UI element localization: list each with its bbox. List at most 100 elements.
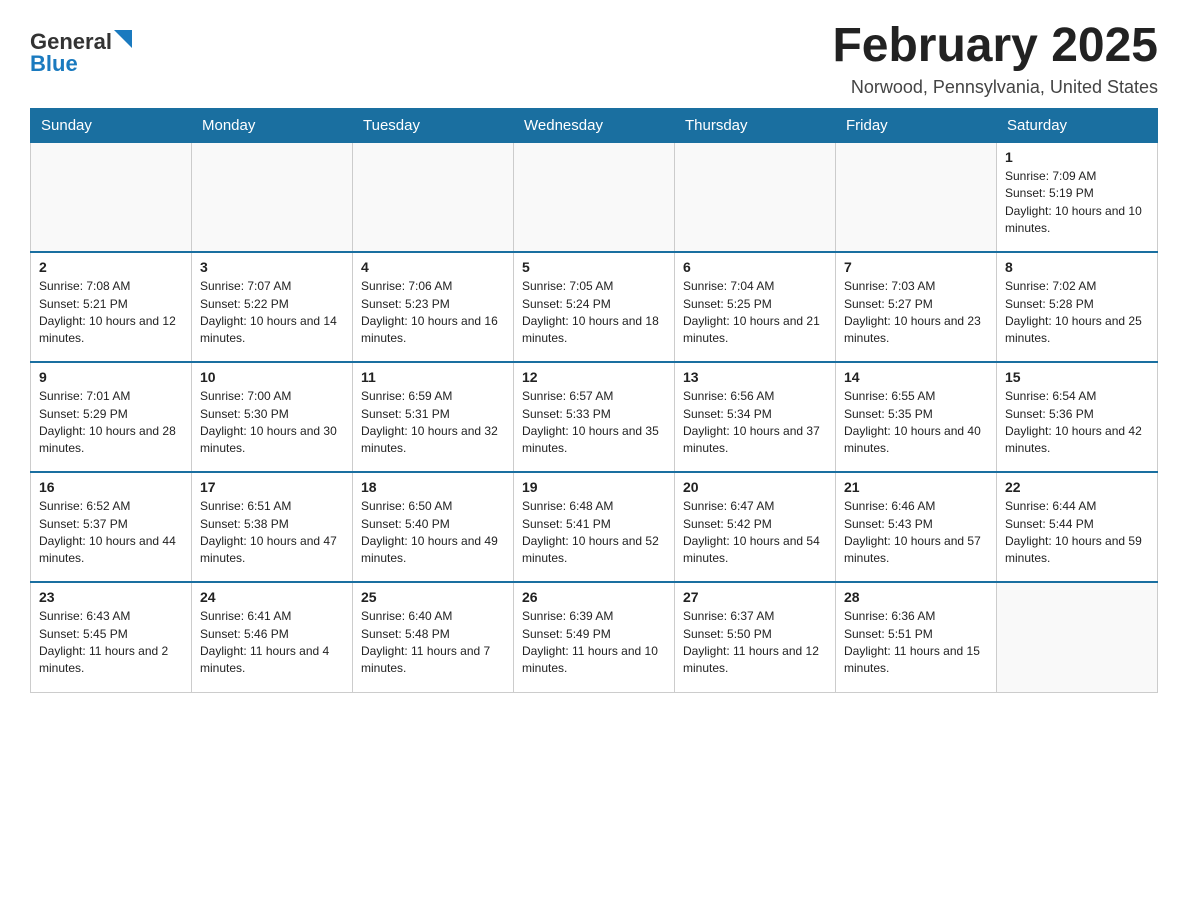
day-info: Sunrise: 6:52 AM Sunset: 5:37 PM Dayligh…	[39, 498, 183, 568]
day-info: Sunrise: 6:47 AM Sunset: 5:42 PM Dayligh…	[683, 498, 827, 568]
calendar-header-monday: Monday	[192, 108, 353, 142]
calendar-week-row: 16 Sunrise: 6:52 AM Sunset: 5:37 PM Dayli…	[31, 472, 1158, 582]
day-info: Sunrise: 6:48 AM Sunset: 5:41 PM Dayligh…	[522, 498, 666, 568]
calendar-day-cell: 7 Sunrise: 7:03 AM Sunset: 5:27 PM Daylig…	[836, 252, 997, 362]
calendar-header-sunday: Sunday	[31, 108, 192, 142]
day-info: Sunrise: 7:09 AM Sunset: 5:19 PM Dayligh…	[1005, 168, 1149, 238]
day-number: 11	[361, 369, 505, 385]
calendar-day-cell: 13 Sunrise: 6:56 AM Sunset: 5:34 PM Dayli…	[675, 362, 836, 472]
calendar-day-cell: 5 Sunrise: 7:05 AM Sunset: 5:24 PM Daylig…	[514, 252, 675, 362]
calendar-day-cell	[514, 142, 675, 252]
day-number: 8	[1005, 259, 1149, 275]
calendar-week-row: 1 Sunrise: 7:09 AM Sunset: 5:19 PM Daylig…	[31, 142, 1158, 252]
calendar-day-cell: 11 Sunrise: 6:59 AM Sunset: 5:31 PM Dayli…	[353, 362, 514, 472]
day-number: 22	[1005, 479, 1149, 495]
day-number: 27	[683, 589, 827, 605]
day-info: Sunrise: 6:44 AM Sunset: 5:44 PM Dayligh…	[1005, 498, 1149, 568]
day-number: 20	[683, 479, 827, 495]
day-number: 13	[683, 369, 827, 385]
month-title: February 2025	[832, 20, 1158, 73]
day-number: 19	[522, 479, 666, 495]
calendar-day-cell: 19 Sunrise: 6:48 AM Sunset: 5:41 PM Dayli…	[514, 472, 675, 582]
day-number: 16	[39, 479, 183, 495]
calendar-day-cell: 20 Sunrise: 6:47 AM Sunset: 5:42 PM Dayli…	[675, 472, 836, 582]
day-number: 21	[844, 479, 988, 495]
day-info: Sunrise: 7:01 AM Sunset: 5:29 PM Dayligh…	[39, 388, 183, 458]
calendar-day-cell: 1 Sunrise: 7:09 AM Sunset: 5:19 PM Daylig…	[997, 142, 1158, 252]
calendar-week-row: 2 Sunrise: 7:08 AM Sunset: 5:21 PM Daylig…	[31, 252, 1158, 362]
calendar-day-cell: 10 Sunrise: 7:00 AM Sunset: 5:30 PM Dayli…	[192, 362, 353, 472]
calendar-day-cell	[31, 142, 192, 252]
logo-arrow-icon	[114, 30, 132, 48]
logo-general-text: General	[30, 31, 112, 53]
calendar-header-friday: Friday	[836, 108, 997, 142]
day-info: Sunrise: 7:02 AM Sunset: 5:28 PM Dayligh…	[1005, 278, 1149, 348]
day-info: Sunrise: 6:41 AM Sunset: 5:46 PM Dayligh…	[200, 608, 344, 678]
day-number: 4	[361, 259, 505, 275]
calendar-day-cell: 9 Sunrise: 7:01 AM Sunset: 5:29 PM Daylig…	[31, 362, 192, 472]
page-header: General Blue February 2025 Norwood, Penn…	[30, 20, 1158, 98]
day-number: 24	[200, 589, 344, 605]
day-info: Sunrise: 7:07 AM Sunset: 5:22 PM Dayligh…	[200, 278, 344, 348]
day-info: Sunrise: 7:03 AM Sunset: 5:27 PM Dayligh…	[844, 278, 988, 348]
location-text: Norwood, Pennsylvania, United States	[832, 77, 1158, 98]
logo: General Blue	[30, 30, 132, 75]
calendar-day-cell	[997, 582, 1158, 692]
day-number: 25	[361, 589, 505, 605]
calendar-header-thursday: Thursday	[675, 108, 836, 142]
day-number: 14	[844, 369, 988, 385]
calendar-header-tuesday: Tuesday	[353, 108, 514, 142]
calendar-day-cell: 28Sunrise: 6:36 AM Sunset: 5:51 PM Dayli…	[836, 582, 997, 692]
day-number: 1	[1005, 149, 1149, 165]
day-number: 17	[200, 479, 344, 495]
day-info: Sunrise: 6:46 AM Sunset: 5:43 PM Dayligh…	[844, 498, 988, 568]
day-info: Sunrise: 6:40 AM Sunset: 5:48 PM Dayligh…	[361, 608, 505, 678]
day-number: 15	[1005, 369, 1149, 385]
day-info: Sunrise: 6:57 AM Sunset: 5:33 PM Dayligh…	[522, 388, 666, 458]
day-number: 12	[522, 369, 666, 385]
calendar-day-cell: 12 Sunrise: 6:57 AM Sunset: 5:33 PM Dayli…	[514, 362, 675, 472]
day-info: Sunrise: 7:08 AM Sunset: 5:21 PM Dayligh…	[39, 278, 183, 348]
calendar-day-cell: 3 Sunrise: 7:07 AM Sunset: 5:22 PM Daylig…	[192, 252, 353, 362]
calendar-day-cell: 8 Sunrise: 7:02 AM Sunset: 5:28 PM Daylig…	[997, 252, 1158, 362]
day-number: 28	[844, 589, 988, 605]
calendar-day-cell: 22 Sunrise: 6:44 AM Sunset: 5:44 PM Dayli…	[997, 472, 1158, 582]
day-info: Sunrise: 6:55 AM Sunset: 5:35 PM Dayligh…	[844, 388, 988, 458]
day-info: Sunrise: 6:56 AM Sunset: 5:34 PM Dayligh…	[683, 388, 827, 458]
day-info: Sunrise: 7:04 AM Sunset: 5:25 PM Dayligh…	[683, 278, 827, 348]
day-info: Sunrise: 7:06 AM Sunset: 5:23 PM Dayligh…	[361, 278, 505, 348]
day-number: 2	[39, 259, 183, 275]
calendar-day-cell: 2 Sunrise: 7:08 AM Sunset: 5:21 PM Daylig…	[31, 252, 192, 362]
calendar-day-cell	[675, 142, 836, 252]
calendar-header-wednesday: Wednesday	[514, 108, 675, 142]
calendar-day-cell: 4 Sunrise: 7:06 AM Sunset: 5:23 PM Daylig…	[353, 252, 514, 362]
calendar-week-row: 23 Sunrise: 6:43 AM Sunset: 5:45 PM Dayli…	[31, 582, 1158, 692]
day-number: 9	[39, 369, 183, 385]
day-info: Sunrise: 7:00 AM Sunset: 5:30 PM Dayligh…	[200, 388, 344, 458]
day-info: Sunrise: 6:51 AM Sunset: 5:38 PM Dayligh…	[200, 498, 344, 568]
day-number: 7	[844, 259, 988, 275]
day-info: Sunrise: 6:50 AM Sunset: 5:40 PM Dayligh…	[361, 498, 505, 568]
day-number: 23	[39, 589, 183, 605]
calendar-day-cell: 24 Sunrise: 6:41 AM Sunset: 5:46 PM Dayli…	[192, 582, 353, 692]
day-info: Sunrise: 6:37 AM Sunset: 5:50 PM Dayligh…	[683, 608, 827, 678]
calendar-table: SundayMondayTuesdayWednesdayThursdayFrid…	[30, 108, 1158, 693]
day-info: Sunrise: 6:43 AM Sunset: 5:45 PM Dayligh…	[39, 608, 183, 678]
calendar-day-cell: 18 Sunrise: 6:50 AM Sunset: 5:40 PM Dayli…	[353, 472, 514, 582]
calendar-header-saturday: Saturday	[997, 108, 1158, 142]
calendar-day-cell: 21 Sunrise: 6:46 AM Sunset: 5:43 PM Dayli…	[836, 472, 997, 582]
day-number: 6	[683, 259, 827, 275]
day-info: Sunrise: 7:05 AM Sunset: 5:24 PM Dayligh…	[522, 278, 666, 348]
calendar-day-cell: 16 Sunrise: 6:52 AM Sunset: 5:37 PM Dayli…	[31, 472, 192, 582]
day-info: Sunrise: 6:59 AM Sunset: 5:31 PM Dayligh…	[361, 388, 505, 458]
calendar-day-cell: 27 Sunrise: 6:37 AM Sunset: 5:50 PM Dayli…	[675, 582, 836, 692]
day-number: 18	[361, 479, 505, 495]
calendar-week-row: 9 Sunrise: 7:01 AM Sunset: 5:29 PM Daylig…	[31, 362, 1158, 472]
calendar-day-cell	[192, 142, 353, 252]
logo-blue-text: Blue	[30, 53, 78, 75]
day-number: 5	[522, 259, 666, 275]
calendar-day-cell: 25 Sunrise: 6:40 AM Sunset: 5:48 PM Dayli…	[353, 582, 514, 692]
day-number: 3	[200, 259, 344, 275]
day-number: 10	[200, 369, 344, 385]
calendar-day-cell: 14 Sunrise: 6:55 AM Sunset: 5:35 PM Dayli…	[836, 362, 997, 472]
